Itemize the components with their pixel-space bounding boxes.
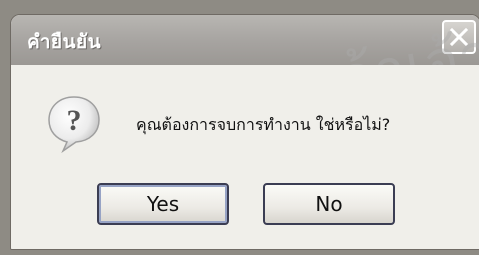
screen: คำยืนยัน จอมเกล้าเจ้าคุณ ? — [0, 0, 479, 255]
svg-text:?: ? — [67, 104, 82, 137]
dialog-message: คุณต้องการจบการทำงาน ใช่หรือไม่? — [136, 115, 391, 134]
close-icon — [449, 27, 469, 47]
confirmation-dialog: คำยืนยัน จอมเกล้าเจ้าคุณ ? — [10, 14, 479, 250]
no-button[interactable]: No — [263, 183, 395, 225]
dialog-content: ? คุณต้องการจบการทำงาน ใช่หรือไม่? Yes N… — [11, 65, 479, 249]
dialog-titlebar[interactable]: คำยืนยัน — [11, 15, 479, 66]
yes-button[interactable]: Yes — [97, 183, 229, 225]
close-button[interactable] — [442, 20, 476, 54]
question-icon: ? — [48, 96, 100, 154]
dialog-title: คำยืนยัน — [27, 31, 102, 53]
